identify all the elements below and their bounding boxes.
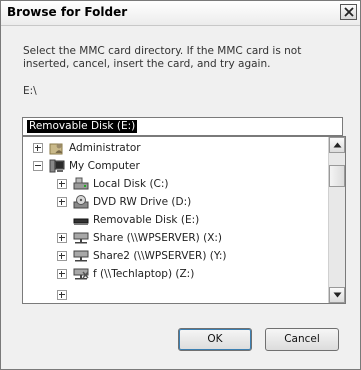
close-button[interactable] <box>340 4 357 20</box>
instructions-text: Select the MMC card directory. If the MM… <box>23 45 302 70</box>
network-drive-icon <box>73 250 89 262</box>
tree-item-label: f (\\Techlaptop) (Z:) <box>93 268 195 280</box>
tree-item-my-computer[interactable]: My Computer <box>33 157 140 175</box>
tree-item-label: DVD RW Drive (D:) <box>93 196 192 208</box>
network-drive-disconnected-icon <box>73 268 89 280</box>
user-folder-icon <box>49 143 63 155</box>
scroll-up-button[interactable] <box>329 137 345 153</box>
expand-icon[interactable] <box>57 251 67 261</box>
tree-item-label: Share2 (\\WPSERVER) (Y:) <box>93 250 227 262</box>
cancel-button[interactable]: Cancel <box>265 328 339 351</box>
arrow-down-icon <box>333 292 342 298</box>
dialog-title: Browse for Folder <box>7 5 128 19</box>
expand-icon[interactable] <box>57 290 67 300</box>
tree-item-local-disk-c[interactable]: Local Disk (C:) <box>57 175 169 193</box>
tree-item-label: Share (\\WPSERVER) (X:) <box>93 232 223 244</box>
expand-icon[interactable] <box>33 143 43 153</box>
folder-name-value: Removable Disk (E:) <box>27 120 138 133</box>
expand-icon[interactable] <box>57 233 67 243</box>
hard-disk-icon <box>73 177 89 190</box>
tree-item-label: Administrator <box>69 142 141 154</box>
tree-item-f-z[interactable]: f (\\Techlaptop) (Z:) <box>57 265 194 283</box>
network-drive-icon <box>73 232 89 244</box>
folder-tree[interactable]: Administrator My Computer Local Disk (C:… <box>22 136 346 304</box>
arrow-up-icon <box>333 142 342 148</box>
close-icon <box>344 7 354 17</box>
removable-disk-icon <box>73 218 89 225</box>
tree-item-share2-y[interactable]: Share2 (\\WPSERVER) (Y:) <box>57 247 227 265</box>
tree-item-label: Removable Disk (E:) <box>93 214 200 226</box>
ok-button[interactable]: OK <box>178 328 252 351</box>
tree-item-label: Local Disk (C:) <box>93 178 169 190</box>
tree-item-dvd-rw-drive-d[interactable]: DVD RW Drive (D:) <box>57 193 191 211</box>
expand-icon[interactable] <box>57 269 67 279</box>
scroll-down-button[interactable] <box>329 287 345 303</box>
expand-icon[interactable] <box>57 179 67 189</box>
folder-name-field[interactable]: Removable Disk (E:) <box>22 117 343 136</box>
tree-item-share-x[interactable]: Share (\\WPSERVER) (X:) <box>57 229 222 247</box>
current-path-label: E:\ <box>23 85 37 97</box>
dvd-drive-icon <box>73 195 89 209</box>
title-bar[interactable]: Browse for Folder <box>1 1 360 26</box>
tree-item-label: My Computer <box>69 160 140 172</box>
tree-item-partial[interactable] <box>57 286 73 303</box>
tree-item-administrator[interactable]: Administrator <box>33 139 141 157</box>
tree-scrollbar[interactable] <box>328 137 345 303</box>
computer-icon <box>49 159 65 173</box>
tree-item-removable-disk-e[interactable]: Removable Disk (E:) <box>57 211 199 229</box>
expand-icon[interactable] <box>57 197 67 207</box>
collapse-icon[interactable] <box>33 161 43 171</box>
browse-for-folder-dialog: Browse for Folder Select the MMC card di… <box>0 0 361 370</box>
scroll-thumb[interactable] <box>329 165 345 187</box>
